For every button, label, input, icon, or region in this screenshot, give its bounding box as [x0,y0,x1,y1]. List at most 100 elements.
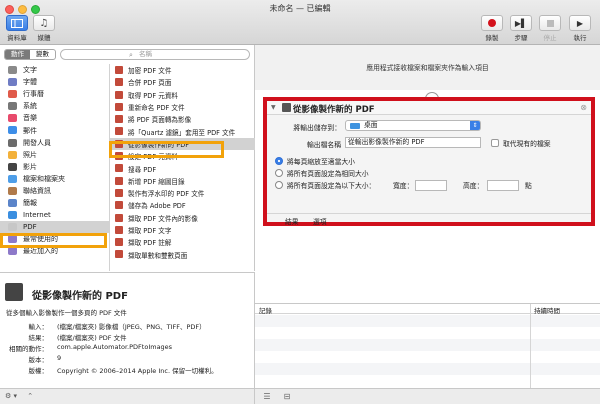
category-icon [8,235,17,244]
action-item[interactable]: 合併 PDF 頁面 [110,76,255,88]
category-item[interactable]: 照片 [0,149,109,161]
replace-existing-checkbox[interactable] [491,139,499,147]
action-label: 將「Quartz 濾鏡」套用至 PDF 文件 [128,128,236,137]
category-item[interactable]: 影片 [0,161,109,173]
action-title: 從影像製作新的 PDF [293,105,375,115]
action-item[interactable]: 製作有浮水印的 PDF 文件 [110,187,255,199]
replace-existing-label: 取代現有的檔案 [503,140,551,148]
pdf-action-icon [115,188,123,197]
category-item[interactable]: 音樂 [0,112,109,124]
column-divider [530,304,531,389]
log-row [255,315,600,327]
category-icon [8,162,17,171]
width-field[interactable] [415,180,447,191]
action-item[interactable]: 重新命名 PDF 文件 [110,101,255,113]
chevron-updown-icon: ⇕ [470,121,480,130]
category-item[interactable]: 開發人員 [0,137,109,149]
action-item[interactable]: 擷取 PDF 文字 [110,224,255,236]
action-item[interactable]: 將 PDF 頁面轉為影像 [110,113,255,125]
gear-icon[interactable]: ⚙ ▾ [5,392,17,400]
pdf-action-icon [115,164,123,173]
pdf-action-icon [115,201,123,210]
record-button[interactable]: 錄製 [479,15,505,42]
tab-options[interactable]: 選項 [313,216,327,226]
media-button[interactable]: ♫ 媒體 [31,15,57,42]
music-note-icon: ♫ [39,17,49,29]
action-label: 合併 PDF 頁面 [128,79,172,88]
list-view-icon[interactable]: ☰ [261,392,273,401]
radio-same-size[interactable] [275,169,283,177]
pdf-action-icon [115,90,123,99]
height-label: 高度： [463,182,484,190]
action-item[interactable]: 將「Quartz 濾鏡」套用至 PDF 文件 [110,125,255,137]
height-field[interactable] [487,180,519,191]
action-description: 從影像製作新的 PDF 從多個輸入影像製作一個多頁的 PDF 文件 輸入： (檔案… [0,272,255,388]
action-item[interactable]: 加密 PDF 文件 [110,64,255,76]
action-item[interactable]: 取得 PDF 元資料 [110,89,255,101]
run-button[interactable]: ▶ 執行 [567,15,593,42]
action-item[interactable]: 擷取 PDF 註解 [110,236,255,248]
action-item[interactable]: 儲存為 Adobe PDF [110,199,255,211]
description-toggle-icon[interactable]: ⌃ [27,392,33,400]
category-label: 系統 [23,102,37,111]
output-name-field[interactable]: 從輸出影像製作新的 PDF [345,137,481,148]
close-action-icon[interactable]: ⊗ [580,103,587,112]
action-label: 加密 PDF 文件 [128,67,172,76]
category-item[interactable]: PDF [0,221,109,234]
action-item[interactable]: 從影像製作新的 PDF [110,137,255,151]
category-item[interactable]: 簡報 [0,197,109,209]
disclosure-triangle-icon[interactable]: ▼ [271,104,276,111]
stop-button[interactable]: 停止 [537,15,563,42]
library-pane: 動作 變數 ⌕ 名稱 文字 字體 行事曆系統 音樂郵件開發人員 照片 影片檔案和檔案夾 聯絡… [0,45,255,271]
action-item[interactable]: 擷取 PDF 文件內的影像 [110,212,255,224]
action-label: 將 PDF 頁面轉為影像 [128,116,192,125]
category-item[interactable]: 最常使用的 [0,233,109,245]
action-item[interactable]: 設定 PDF 元資料 [110,150,255,162]
library-button[interactable]: 資料庫 [4,15,30,42]
action-item[interactable]: 搜尋 PDF [110,162,255,174]
search-field[interactable]: ⌕ 名稱 [60,49,250,60]
category-list: 文字 字體 行事曆系統 音樂郵件開發人員 照片 影片檔案和檔案夾 聯絡資訊簡報 Interne… [0,64,110,271]
tab-results[interactable]: 結果 [285,216,299,226]
category-item[interactable]: 聯絡資訊 [0,185,109,197]
split-view-icon[interactable]: ⊟ [281,392,293,401]
category-icon [8,138,17,147]
category-item[interactable]: 字體 [0,76,109,88]
step-button[interactable]: ▶▌ 步驟 [508,15,534,42]
step-label: 步驟 [514,34,528,42]
log-column-header[interactable]: 記錄 [259,305,272,315]
category-item[interactable]: 行事曆 [0,88,109,100]
log-row [255,351,600,363]
action-item[interactable]: 擷取單數和雙數頁面 [110,248,255,260]
category-label: 聯絡資訊 [23,186,51,195]
tab-variables[interactable]: 變數 [30,50,55,59]
action-label: 重新命名 PDF 文件 [128,104,185,113]
pdf-action-icon [115,115,123,124]
action-label: 設定 PDF 元資料 [128,153,179,162]
description-key: 版本： [28,356,49,364]
category-item[interactable]: 系統 [0,100,109,112]
action-tabs: 結果 選項 [267,213,591,226]
record-icon [488,19,496,27]
category-item[interactable]: 文字 [0,64,109,76]
category-icon [8,199,17,208]
duration-column-header[interactable]: 持續時間 [534,305,560,315]
description-value: (檔案/檔案夾) PDF 文件 [57,334,127,342]
save-to-value: 桌面 [364,121,378,129]
category-item[interactable]: 最近加入的 [0,245,109,257]
width-label: 寬度： [393,182,414,190]
automator-window: 未命名 — 已編輯 資料庫 ♫ 媒體 錄製 ▶▌ 步驟 停止 ▶ 執行 動作 變… [0,0,600,404]
category-icon [8,66,17,74]
category-item[interactable]: 郵件 [0,124,109,136]
radio-custom-size[interactable] [275,181,283,189]
action-item[interactable]: 新增 PDF 縮圖目錄 [110,175,255,187]
tab-actions[interactable]: 動作 [5,50,30,59]
category-label: 影片 [23,162,37,171]
save-to-select[interactable]: 桌面 ⇕ [345,120,481,131]
pdf-action-icon [115,176,123,185]
category-item[interactable]: Internet [0,209,109,221]
radio-scale-each-page[interactable] [275,157,283,165]
category-label: 郵件 [23,126,37,135]
category-item[interactable]: 檔案和檔案夾 [0,173,109,185]
workflow-area[interactable]: 應用程式接收檔案和檔案夾作為輸入項目 ▼ 從影像製作新的 PDF ⊗ 將輸出儲存… [255,45,600,303]
